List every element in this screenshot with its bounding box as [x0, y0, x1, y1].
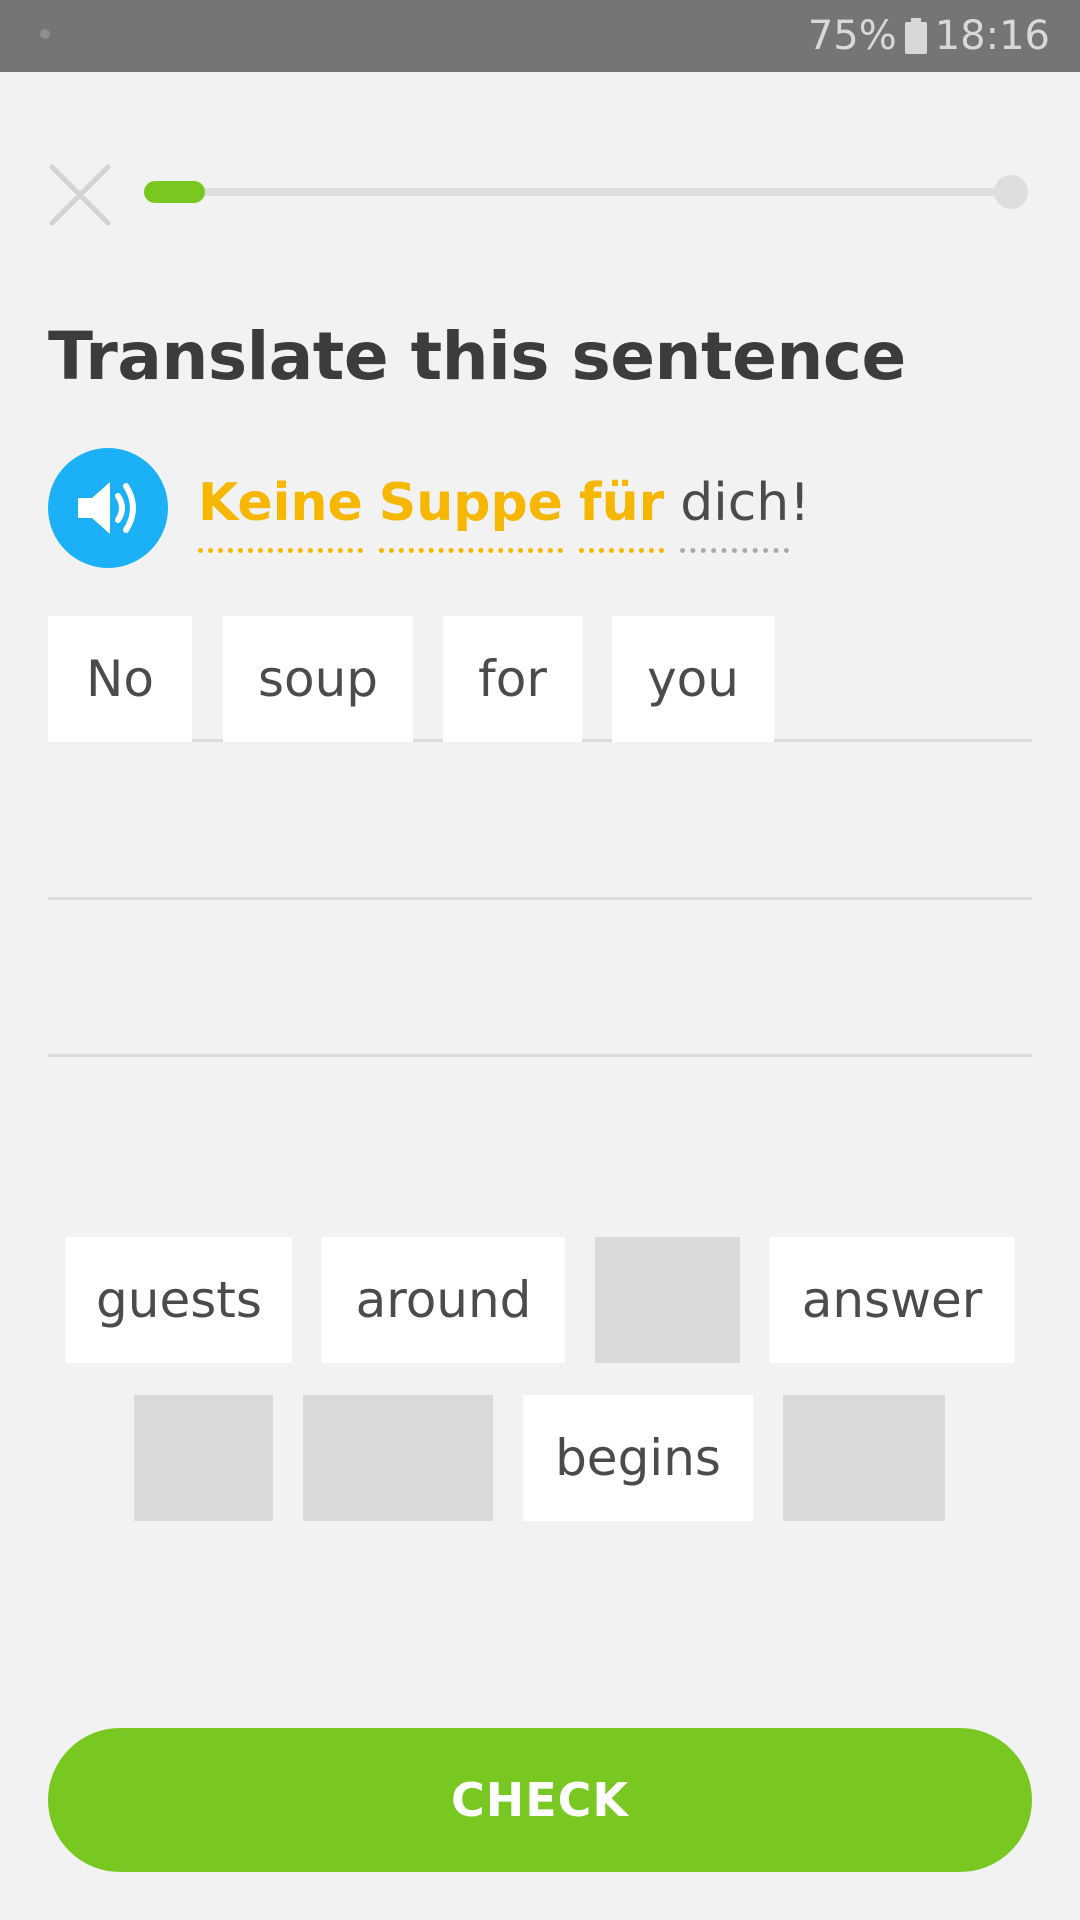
answer-line: [48, 897, 1032, 900]
word-bank-tile[interactable]: guests: [66, 1237, 292, 1363]
word-bank-tile[interactable]: answer: [770, 1237, 1014, 1363]
status-right: 75% 18:16: [808, 0, 1050, 72]
check-button[interactable]: CHECK: [48, 1728, 1032, 1872]
progress-bar: [144, 175, 1028, 209]
sentence-word[interactable]: dich: [680, 473, 790, 553]
clock: 18:16: [934, 13, 1050, 59]
progress-end-dot: [994, 175, 1028, 209]
source-sentence: Keine Suppe für dich !: [198, 473, 811, 553]
notification-dot: [40, 29, 50, 39]
sentence-word[interactable]: Suppe: [378, 473, 563, 553]
close-button[interactable]: [48, 163, 112, 227]
word-bank-slot-empty: [783, 1395, 945, 1521]
progress-fill: [144, 181, 205, 203]
word-bank-tile[interactable]: begins: [523, 1395, 753, 1521]
battery-icon: [904, 18, 927, 54]
play-audio-button[interactable]: [48, 448, 168, 568]
answer-line: [48, 1054, 1032, 1057]
word-bank-slot-empty: [303, 1395, 493, 1521]
answer-tile[interactable]: for: [443, 616, 582, 742]
sentence-word[interactable]: für: [578, 473, 665, 553]
answer-tile[interactable]: you: [612, 616, 774, 742]
battery-percent: 75%: [807, 13, 897, 59]
sentence-punctuation: !: [789, 473, 811, 533]
speaker-icon: [78, 482, 136, 534]
answer-tile[interactable]: soup: [223, 616, 413, 742]
word-bank-slot-empty: [134, 1395, 273, 1521]
prompt-title: Translate this sentence: [48, 318, 906, 395]
status-bar: 75% 18:16: [0, 0, 1080, 72]
word-bank-tile[interactable]: around: [322, 1237, 565, 1363]
sentence-word[interactable]: Keine: [198, 473, 363, 553]
word-bank-slot-empty: [595, 1237, 740, 1363]
close-icon: [49, 164, 111, 226]
sentence-word-group: dich !: [680, 473, 811, 553]
answer-tile[interactable]: No: [48, 616, 192, 742]
